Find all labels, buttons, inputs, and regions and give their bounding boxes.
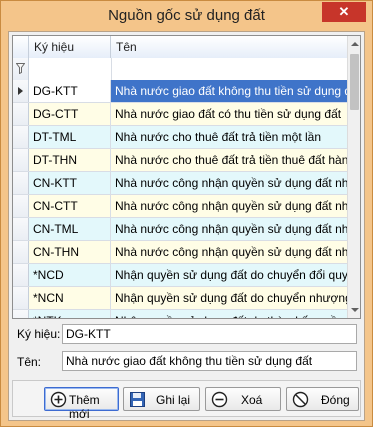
grid-vertical-scrollbar[interactable] (347, 36, 360, 318)
table-row[interactable]: DT-THN Nhà nước cho thuê đất trả tiền thu… (13, 149, 347, 172)
filter-indicator (13, 58, 29, 80)
cell-name[interactable]: Nhà nước giao đất không thu tiền sử dụng… (111, 80, 347, 102)
row-indicator[interactable] (13, 241, 29, 263)
name-label: Tên: (17, 355, 42, 369)
data-grid[interactable]: Ký hiệu Tên DG-KTT Nhà nước giao đất khôn… (12, 35, 361, 319)
table-row[interactable]: *NTKNhận quyền sử dụng đất do thừa kế qu… (13, 310, 347, 318)
window-close-button[interactable]: ✕ (322, 2, 366, 22)
table-row[interactable]: DT-TML Nhà nước cho thuê đất trả tiền một… (13, 126, 347, 149)
row-indicator[interactable] (13, 310, 29, 318)
table-row[interactable]: CN-THN Nhà nước công nhận quyền sử dụng đ… (13, 241, 347, 264)
row-indicator[interactable] (13, 149, 29, 171)
grid-rows: DG-KTT Nhà nước giao đất không thu tiền s… (13, 80, 347, 318)
no-entry-icon (292, 391, 309, 408)
dialog-body: Ký hiệu Tên DG-KTT Nhà nước giao đất khôn… (8, 31, 365, 421)
window-title: Nguồn gốc sử dụng đất (108, 7, 265, 24)
button-bar: Thêm mới Ghi lại Xoá Đóng (12, 380, 361, 421)
code-field[interactable] (62, 324, 357, 344)
cell-name[interactable]: Nhận quyền sử dụng đất do thừa kế quyền … (111, 310, 347, 318)
dialog-window: Nguồn gốc sử dụng đất ✕ Ký hiệu Tên DG-K… (0, 0, 373, 427)
cell-code[interactable]: DT-THN (29, 149, 111, 171)
row-indicator[interactable] (13, 80, 29, 102)
name-field[interactable] (62, 351, 357, 371)
save-button-label: Ghi lại (156, 393, 191, 407)
cell-name[interactable]: Nhận quyền sử dụng đất do chuyển đổi quy… (111, 264, 347, 286)
table-row[interactable]: CN-CTT Nhà nước công nhận quyền sử dụng đ… (13, 195, 347, 218)
column-header-name[interactable]: Tên (111, 36, 347, 58)
grid-header: Ký hiệu Tên (13, 36, 347, 59)
cell-code[interactable]: DG-CTT (29, 103, 111, 125)
add-button[interactable]: Thêm mới (44, 387, 119, 421)
row-arrow-icon (18, 87, 23, 95)
cell-code[interactable]: DG-KTT (29, 80, 111, 102)
cell-code[interactable]: *NCN (29, 287, 111, 309)
cell-code[interactable]: DT-TML (29, 126, 111, 148)
cell-code[interactable]: CN-CTT (29, 195, 111, 217)
delete-button[interactable]: Xoá (205, 387, 281, 411)
floppy-disk-icon (130, 392, 145, 407)
cell-name[interactable]: Nhà nước công nhận quyền sử dụng đất như… (111, 241, 347, 263)
row-indicator[interactable] (13, 126, 29, 148)
row-indicator[interactable] (13, 287, 29, 309)
cell-name[interactable]: Nhà nước giao đất có thu tiền sử dụng đấ… (111, 103, 347, 125)
cell-code[interactable]: CN-THN (29, 241, 111, 263)
scroll-down-icon[interactable] (348, 302, 360, 318)
scroll-up-icon[interactable] (348, 36, 360, 52)
table-row[interactable]: *NCN Nhận quyền sử dụng đất do chuyển như… (13, 287, 347, 310)
cell-name[interactable]: Nhận quyền sử dụng đất do chuyển nhượng … (111, 287, 347, 309)
column-header-code[interactable]: Ký hiệu (29, 36, 111, 58)
cell-code[interactable]: *NTK (29, 310, 111, 318)
filter-row[interactable] (13, 58, 347, 81)
title-bar[interactable]: Nguồn gốc sử dụng đất ✕ (1, 1, 372, 31)
scroll-thumb[interactable] (350, 54, 359, 110)
plus-circle-icon (50, 391, 67, 408)
cell-code[interactable]: *NCD (29, 264, 111, 286)
close-button[interactable]: Đóng (286, 387, 359, 411)
table-row[interactable]: CN-KTT Nhà nước công nhận quyền sử dụng đ… (13, 172, 347, 195)
cell-name[interactable]: Nhà nước công nhận quyền sử dụng đất như… (111, 218, 347, 240)
code-label: Ký hiệu: (17, 327, 61, 341)
row-indicator[interactable] (13, 195, 29, 217)
save-button[interactable]: Ghi lại (123, 387, 200, 411)
table-row[interactable]: CN-TML Nhà nước công nhận quyền sử dụng đ… (13, 218, 347, 241)
table-row[interactable]: DG-CTT Nhà nước giao đất có thu tiền sử d… (13, 103, 347, 126)
table-row[interactable]: *NCD Nhận quyền sử dụng đất do chuyển đổi… (13, 264, 347, 287)
cell-code[interactable]: CN-KTT (29, 172, 111, 194)
row-indicator[interactable] (13, 172, 29, 194)
table-row[interactable]: DG-KTT Nhà nước giao đất không thu tiền s… (13, 80, 347, 103)
row-indicator[interactable] (13, 218, 29, 240)
funnel-icon (16, 63, 25, 74)
close-button-label: Đóng (321, 393, 350, 407)
minus-circle-icon (211, 391, 228, 408)
row-indicator[interactable] (13, 103, 29, 125)
delete-button-label: Xoá (241, 393, 263, 407)
row-indicator[interactable] (13, 264, 29, 286)
cell-name[interactable]: Nhà nước cho thuê đất trả tiền thuê đất … (111, 149, 347, 171)
add-button-label: Thêm mới (69, 393, 100, 421)
cell-name[interactable]: Nhà nước công nhận quyền sử dụng đất như… (111, 195, 347, 217)
header-indicator-cell (13, 36, 29, 58)
cell-code[interactable]: CN-TML (29, 218, 111, 240)
cell-name[interactable]: Nhà nước cho thuê đất trả tiền một lần (111, 126, 347, 148)
cell-name[interactable]: Nhà nước công nhận quyền sử dụng đất như… (111, 172, 347, 194)
